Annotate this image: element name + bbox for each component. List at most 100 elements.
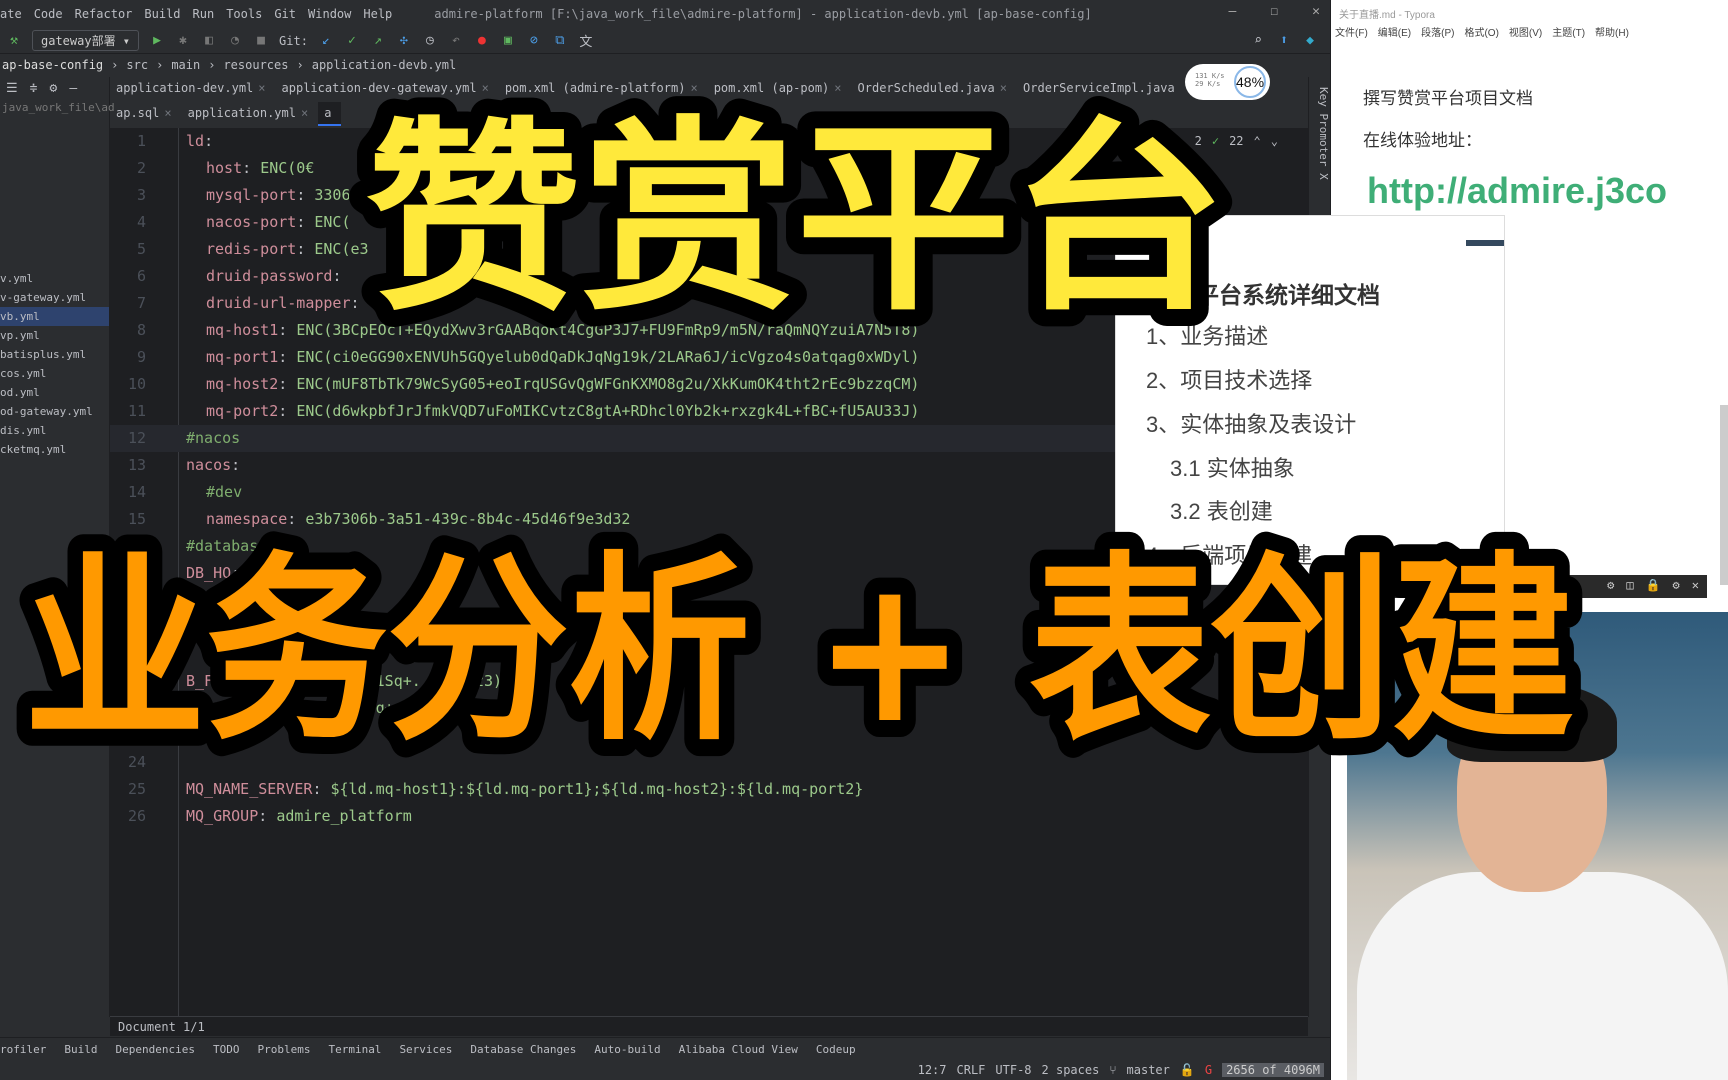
file-tree-item[interactable]: v.yml [0, 269, 109, 288]
memory-indicator[interactable]: 2656 of 4096M [1222, 1063, 1324, 1077]
close-icon[interactable]: × [301, 106, 308, 126]
close-icon[interactable]: ✕ [1692, 578, 1699, 595]
menu-item[interactable]: Window [308, 7, 351, 21]
plugin-frame-icon[interactable]: ⧉ [552, 33, 568, 48]
breadcrumb-item[interactable]: main [171, 58, 200, 72]
close-icon[interactable]: × [164, 106, 171, 126]
menu-item[interactable]: Code [34, 7, 63, 21]
menu-item[interactable]: Build [144, 7, 180, 21]
gear-icon[interactable]: ⚙ [1673, 578, 1680, 595]
search-icon[interactable]: ⌕ [1250, 33, 1266, 48]
tool-window-button[interactable]: Terminal [328, 1043, 381, 1056]
settings-icon[interactable]: ⚙ [1607, 578, 1614, 595]
toc-item[interactable]: 3、实体抽象及表设计 [1146, 407, 1356, 439]
file-tree-item[interactable]: v-gateway.yml [0, 288, 109, 307]
typora-menu-item[interactable]: 格式(O) [1464, 24, 1498, 39]
close-icon[interactable]: × [690, 81, 697, 101]
lock-icon[interactable]: 🔓 [1180, 1063, 1195, 1077]
tab-application-dev-gateway[interactable]: application-dev-gateway.yml × [276, 77, 499, 101]
translate-icon[interactable]: 文 [578, 31, 594, 50]
lock-icon[interactable]: 🔒 [1646, 578, 1661, 595]
tool-window-button[interactable]: Codeup [816, 1043, 856, 1056]
indent[interactable]: 2 spaces [1042, 1063, 1100, 1077]
run-config-select[interactable]: gateway部署 ▾ [32, 30, 140, 51]
file-tree-item[interactable]: cketmq.yml [0, 440, 109, 459]
close-icon[interactable]: ✕ [1312, 4, 1320, 19]
hammer-icon[interactable]: ⚒ [6, 33, 22, 48]
typora-menu-item[interactable]: 帮助(H) [1595, 24, 1629, 39]
tool-window-button[interactable]: Dependencies [115, 1043, 194, 1056]
debug-icon[interactable]: ✱ [175, 33, 191, 48]
file-tree-item[interactable]: vb.yml [0, 307, 109, 326]
tab-pom-admire-platform[interactable]: pom.xml (admire-platform) × [499, 77, 708, 101]
rollback-icon[interactable]: ↶ [448, 33, 464, 48]
tool-window-button[interactable]: TODO [213, 1043, 240, 1056]
encoding[interactable]: UTF-8 [995, 1063, 1031, 1077]
tab-ap-sql[interactable]: ap.sql × [110, 102, 182, 126]
close-icon[interactable]: × [834, 81, 841, 101]
plugin-disable-icon[interactable]: ⊘ [526, 33, 542, 48]
scrollbar[interactable] [1720, 405, 1728, 585]
close-icon[interactable]: × [258, 81, 265, 101]
tab-pom-ap-pom[interactable]: pom.xml (ap-pom) × [708, 77, 852, 101]
tool-window-button[interactable]: Services [399, 1043, 452, 1056]
menu-item[interactable]: Git [274, 7, 296, 21]
file-tree-item[interactable]: batisplus.yml [0, 345, 109, 364]
run-icon[interactable]: ▶ [149, 33, 165, 48]
git-update-icon[interactable]: ↙ [318, 33, 334, 48]
hide-icon[interactable]: – [69, 81, 77, 97]
toc-item[interactable]: 3.2 表创建 [1170, 494, 1273, 526]
typora-menu-item[interactable]: 文件(F) [1335, 24, 1368, 39]
menu-item[interactable]: Run [193, 7, 215, 21]
close-icon[interactable]: × [1000, 81, 1007, 101]
camera-icon[interactable]: ◫ [1626, 578, 1633, 595]
file-tree-item[interactable]: cos.yml [0, 364, 109, 383]
tab-order-scheduled[interactable]: OrderScheduled.java × [852, 77, 1018, 101]
update-icon[interactable]: ⬆ [1276, 33, 1292, 48]
tool-window-button[interactable]: Auto-build [594, 1043, 660, 1056]
tool-window-button[interactable]: Database Changes [470, 1043, 576, 1056]
toc-item[interactable]: 4、后端项目搭建 [1146, 538, 1312, 570]
tab-application-dev[interactable]: application-dev.yml × [110, 77, 276, 101]
breadcrumb-item[interactable]: ap-base-config [2, 58, 103, 72]
cursor-position[interactable]: 12:7 [918, 1063, 947, 1077]
breadcrumb-item[interactable]: src [126, 58, 148, 72]
breadcrumb-item[interactable]: resources [223, 58, 288, 72]
plugin-c-icon[interactable]: ● [474, 33, 490, 48]
menu-item[interactable]: ate [0, 7, 22, 21]
typora-menu-item[interactable]: 段落(P) [1421, 24, 1454, 39]
gear-icon[interactable]: ⚙ [49, 81, 57, 97]
tab-application-devb[interactable]: a [318, 102, 342, 126]
collapse-all-icon[interactable]: ≑ [30, 81, 38, 97]
toc-item[interactable]: 1、业务描述 [1146, 319, 1268, 351]
plugin-chart-icon[interactable]: ▣ [500, 33, 516, 48]
tool-window-button[interactable]: Problems [257, 1043, 310, 1056]
tool-window-button[interactable]: Build [64, 1043, 97, 1056]
typora-menu-item[interactable]: 编辑(E) [1378, 24, 1411, 39]
line-separator[interactable]: CRLF [957, 1063, 986, 1077]
typora-menu-item[interactable]: 主题(T) [1552, 24, 1585, 39]
git-commit-icon[interactable]: ✓ [344, 33, 360, 48]
minimize-icon[interactable]: – [1229, 4, 1237, 19]
toc-item[interactable]: 3.1 实体抽象 [1170, 451, 1295, 483]
file-tree-item[interactable]: od.yml [0, 383, 109, 402]
breadcrumb-item[interactable]: application-devb.yml [312, 58, 457, 72]
close-icon[interactable]: × [482, 81, 489, 101]
tool-window-button[interactable]: Alibaba Cloud View [679, 1043, 798, 1056]
typora-menu-item[interactable]: 视图(V) [1509, 24, 1542, 39]
file-tree-item[interactable]: vp.yml [0, 326, 109, 345]
git-push-icon[interactable]: ↗ [370, 33, 386, 48]
tab-application-yml[interactable]: application.yml × [182, 102, 319, 126]
maximize-icon[interactable]: ☐ [1270, 4, 1278, 19]
menu-item[interactable]: Refactor [75, 7, 133, 21]
toc-item[interactable]: 2、项目技术选择 [1146, 363, 1312, 395]
file-tree-item[interactable]: dis.yml [0, 421, 109, 440]
coverage-icon[interactable]: ◧ [201, 33, 217, 48]
profile-icon[interactable]: ◔ [227, 33, 243, 48]
file-tree-item[interactable]: od-gateway.yml [0, 402, 109, 421]
history-icon[interactable]: ◷ [422, 33, 438, 48]
menu-item[interactable]: Tools [226, 7, 262, 21]
plugin-logo-icon[interactable]: ◆ [1302, 33, 1318, 48]
tab-order-service-impl[interactable]: OrderServiceImpl.java [1017, 77, 1185, 101]
doc-link[interactable]: http://admire.j3co [1367, 170, 1667, 212]
